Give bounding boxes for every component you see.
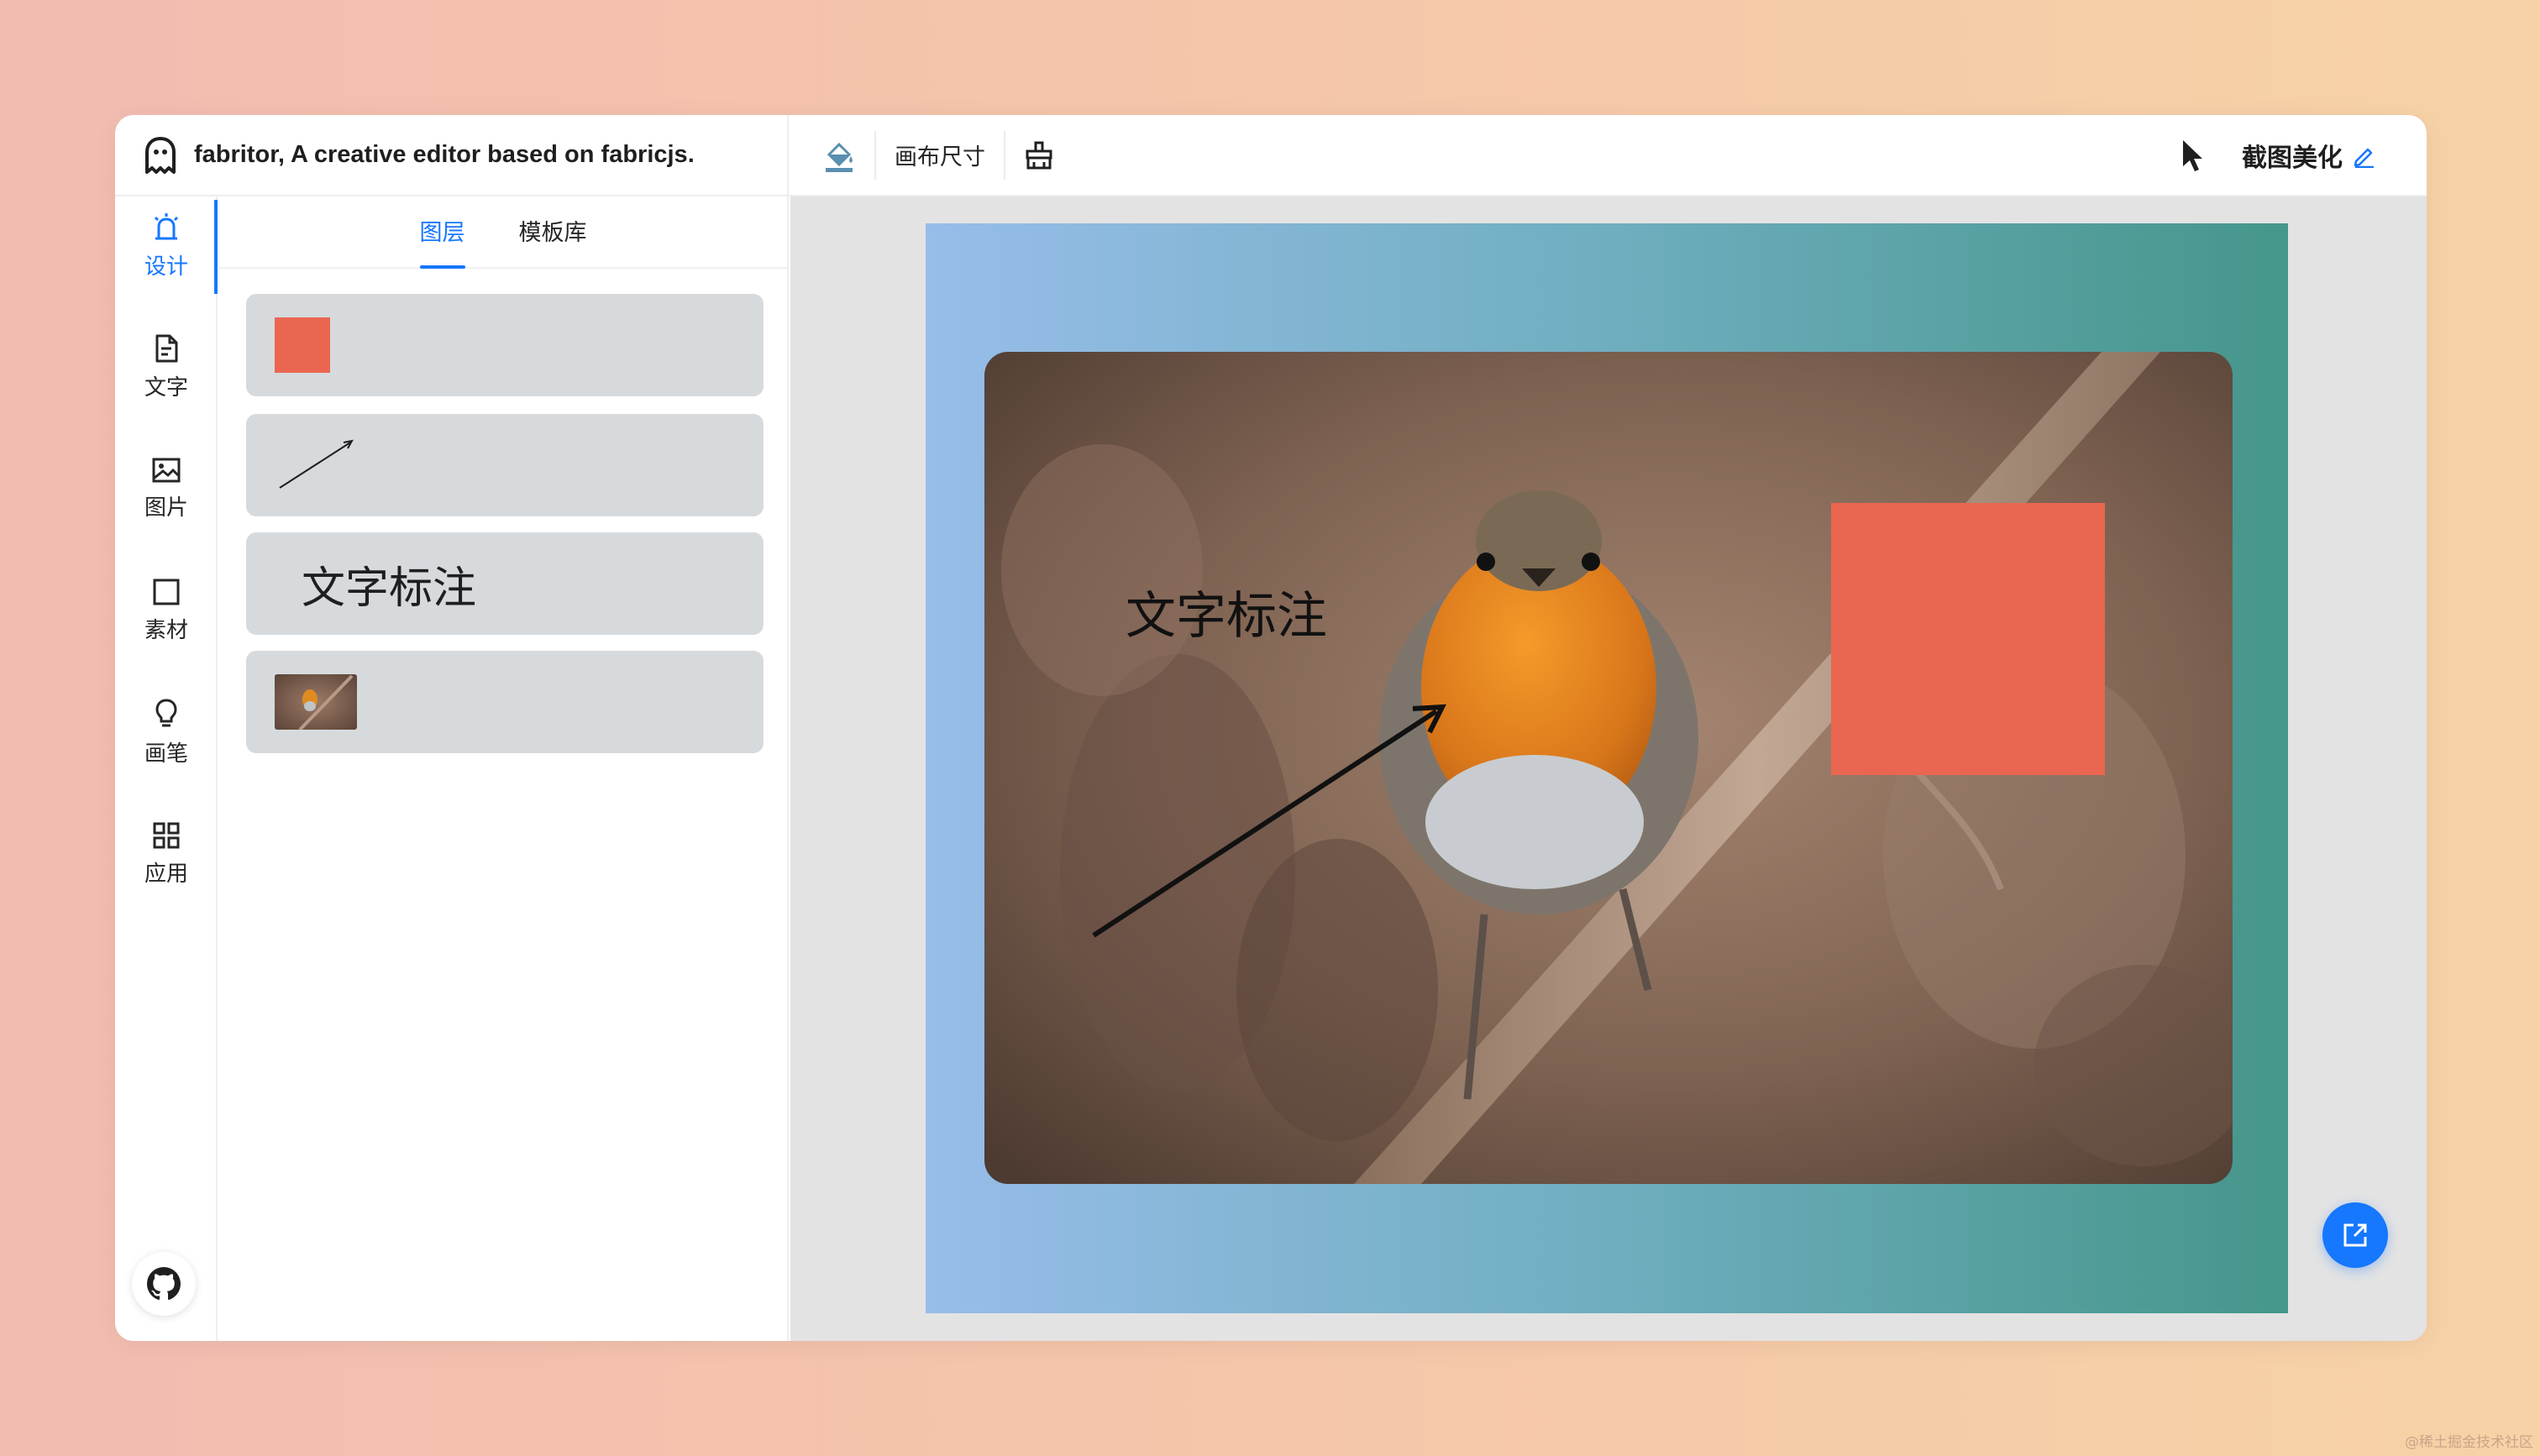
text-file-icon [155, 334, 178, 362]
nav-label-design: 设计 [144, 254, 188, 280]
nav-item-material[interactable]: 素材 [115, 564, 218, 657]
nav-label-apps: 应用 [144, 861, 188, 887]
nav-label-text: 文字 [144, 374, 188, 401]
workspace: 文字标注 [790, 196, 2427, 1341]
nav-item-image[interactable]: 图片 [115, 443, 218, 535]
image-icon [152, 458, 181, 482]
broom-clear-icon [1026, 141, 1052, 169]
tab-templates[interactable]: 模板库 [492, 214, 614, 267]
nav-label-brush: 画笔 [144, 741, 188, 767]
tab-layers[interactable]: 图层 [393, 214, 492, 269]
toolbar-divider [1004, 130, 1005, 180]
export-button[interactable] [2322, 1202, 2388, 1268]
export-icon [2343, 1223, 2367, 1247]
fill-bucket-icon [826, 142, 853, 172]
text-annotation[interactable]: 文字标注 [1126, 575, 1327, 648]
layers-panel: 图层 模板库 文字标注 [219, 196, 789, 1341]
watermark: @稀土掘金技术社区 [2405, 1434, 2533, 1451]
side-nav: 设计 文字 图片 素材 画笔 应用 [115, 196, 218, 1341]
nav-item-text[interactable]: 文字 [115, 321, 218, 413]
layer-item-text[interactable]: 文字标注 [246, 532, 764, 635]
toolbar-right: 截图美化 [2180, 115, 2376, 196]
ghost-logo-icon [145, 136, 176, 174]
layer-item-arrow[interactable] [246, 414, 764, 516]
bulb-brush-icon [155, 698, 177, 726]
toolbar: 画布尺寸 截图美化 [789, 115, 2427, 196]
pointer-cursor-icon [2183, 139, 2202, 171]
github-button[interactable] [132, 1252, 196, 1316]
nav-item-design[interactable]: 设计 [115, 200, 218, 292]
layer-image-thumbnail [275, 674, 357, 730]
nav-item-brush[interactable]: 画笔 [115, 686, 218, 778]
canvas-size-button[interactable]: 画布尺寸 [895, 130, 985, 181]
clear-button[interactable] [1024, 130, 1054, 181]
apps-grid-icon [153, 822, 180, 848]
brand: fabritor, A creative editor based on fab… [115, 115, 789, 196]
layer-text-preview: 文字标注 [302, 563, 477, 614]
design-canvas[interactable]: 文字标注 [926, 223, 2288, 1313]
nav-label-image: 图片 [144, 495, 188, 521]
app-title: fabritor, A creative editor based on fab… [194, 141, 695, 168]
panel-tabs: 图层 模板库 [219, 196, 787, 269]
layer-arrow-preview [279, 439, 354, 489]
design-icon [154, 212, 179, 239]
layer-rect-preview [275, 317, 330, 373]
layer-item-image[interactable] [246, 651, 764, 753]
select-tool-button[interactable] [2180, 130, 2205, 181]
github-icon [147, 1267, 181, 1301]
rect-annotation[interactable] [1831, 503, 2105, 775]
nav-label-material: 素材 [144, 617, 188, 643]
toolbar-divider [874, 130, 876, 180]
app-window: fabritor, A creative editor based on fab… [115, 115, 2427, 1341]
header: fabritor, A creative editor based on fab… [115, 115, 2427, 196]
document-title[interactable]: 截图美化 [2242, 137, 2343, 174]
layer-item-rect[interactable] [246, 294, 764, 396]
square-shape-icon [153, 579, 180, 605]
canvas-photo[interactable]: 文字标注 [984, 352, 2233, 1184]
nav-item-apps[interactable]: 应用 [115, 808, 218, 900]
canvas-size-label: 画布尺寸 [895, 144, 985, 170]
fill-button[interactable] [822, 130, 856, 181]
pencil-edit-icon[interactable] [2351, 143, 2376, 168]
